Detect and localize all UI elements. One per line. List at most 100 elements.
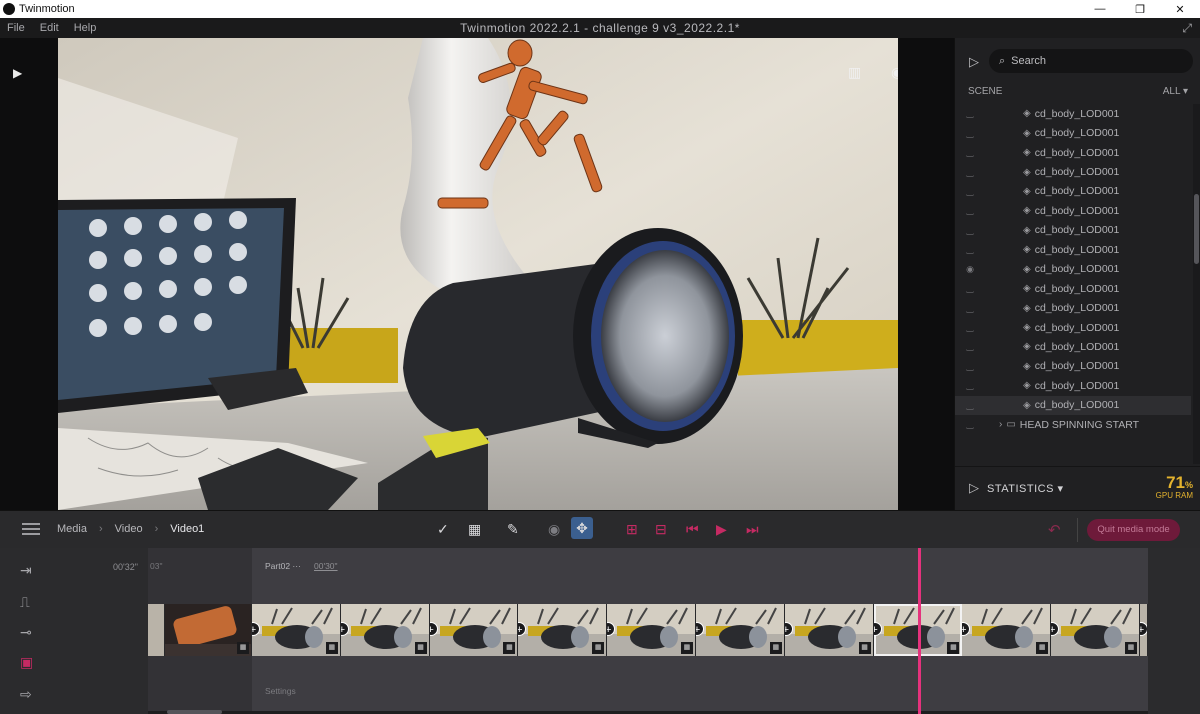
timeline-clip[interactable]: +▦ [165,604,252,656]
clip-fx-icon[interactable]: ▦ [1036,642,1049,654]
scene-item-row[interactable]: ‿ ◈ cd_body_LOD001 [955,337,1191,356]
scene-item-row[interactable]: ‿ ◈ cd_body_LOD001 [955,123,1191,142]
eye-closed-icon[interactable]: ‿ [955,419,985,430]
eye-closed-icon[interactable]: ‿ [955,341,985,352]
clip-fx-icon[interactable]: ▦ [325,642,338,654]
clip-fx-icon[interactable]: ▦ [680,642,693,654]
statistics-expand-icon[interactable]: ▷ [969,480,979,496]
insert-icon[interactable]: ⇥ [20,562,32,579]
scene-item-row[interactable]: ‿ ◈ cd_body_LOD001 [955,298,1191,317]
expand-panel-icon[interactable]: ▶ [13,66,22,80]
scene-item-row[interactable]: ‿ ◈ cd_body_LOD001 [955,201,1191,220]
scene-folder-row[interactable]: ‿ › ▭ HEAD SPINNING START [955,415,1191,434]
camera-bookmark-icon[interactable]: ▥ [848,64,861,81]
scene-item-row[interactable]: ‿ ◈ cd_body_LOD001 [955,357,1191,376]
timeline-clip[interactable]: +▦ [252,604,341,656]
check-render-icon[interactable]: ✓ [437,521,449,538]
scene-item-row[interactable]: ‿ ◈ cd_body_LOD001 [955,162,1191,181]
eye-closed-icon[interactable]: ‿ [955,225,985,236]
part02-label[interactable]: Part02 ··· [265,561,301,571]
clip-fx-icon[interactable]: ▦ [414,642,427,654]
clip-fx-icon[interactable]: ▦ [1124,642,1137,654]
grid-toggle-icon[interactable]: ▦ [468,521,481,538]
eye-closed-icon[interactable]: ‿ [955,108,985,119]
keyframe-curve-icon[interactable]: ⎍ [20,594,30,611]
scene-item-row[interactable]: ‿ ◈ cd_body_LOD001 [955,240,1191,259]
eye-closed-icon[interactable]: ‿ [955,147,985,158]
timeline-clip[interactable]: +▦ [340,604,430,656]
statistics-toggle[interactable]: STATISTICS ▾ [987,482,1064,495]
fit-keyframes-icon[interactable]: ⊟ [655,521,667,538]
timeline-clip[interactable]: +▦ [607,604,696,656]
timeline-clip[interactable]: +▦ [696,604,785,656]
clip-fx-icon[interactable]: ▦ [947,642,960,654]
eye-closed-icon[interactable]: ‿ [955,244,985,255]
timeline-scrollbar[interactable] [167,710,222,714]
timeline-clip[interactable]: + [1140,604,1148,656]
eye-closed-icon[interactable]: ‿ [955,361,985,372]
undo-icon[interactable]: ↶ [1048,521,1061,539]
part02-time[interactable]: 00'30" [314,561,338,571]
eye-closed-icon[interactable]: ‿ [955,303,985,314]
eye-icon[interactable]: ◉ [955,264,985,275]
scene-item-row[interactable]: ‿ ◈ cd_body_LOD001 [955,104,1191,123]
clip-fx-icon[interactable]: ▦ [858,642,871,654]
clip-fx-icon[interactable]: ▦ [592,642,605,654]
scene-item-row[interactable]: ◉ ◈ cd_body_LOD001 [955,260,1191,279]
export-icon[interactable]: ⇨ [20,686,32,703]
viewport[interactable]: ▥ ◉ [58,38,898,510]
quit-media-mode-button[interactable]: Quit media mode [1087,519,1180,541]
orbit-icon[interactable]: ◉ [548,521,560,538]
breadcrumb-video[interactable]: Video [115,523,143,535]
scene-item-row[interactable]: ‿ ◈ cd_body_LOD001 [955,221,1191,240]
eye-closed-icon[interactable]: ‿ [955,186,985,197]
minimize-button[interactable]: — [1080,3,1120,15]
timeline-clip[interactable]: +▦ [784,604,874,656]
collapse-panel-icon[interactable]: ▷ [969,54,979,70]
timeline-clip[interactable]: +▦ [962,604,1052,656]
timeline-clip[interactable] [148,604,165,656]
scene-scrollbar[interactable] [1193,104,1200,464]
breadcrumb-video1[interactable]: Video1 [170,523,204,535]
timeline-settings-label[interactable]: Settings [265,686,296,696]
timeline-clip[interactable]: +▦ [1051,604,1140,656]
menu-edit[interactable]: Edit [33,22,67,34]
play-icon[interactable]: ▶ [716,521,727,538]
pipette-icon[interactable]: ✎ [507,521,519,538]
search-input[interactable]: ⌕ Search [989,49,1193,73]
clip-fx-icon[interactable]: ▦ [769,642,782,654]
eye-closed-icon[interactable]: ‿ [955,283,985,294]
previous-keyframe-icon[interactable]: ⏮ [686,521,699,538]
eye-closed-icon[interactable]: ‿ [955,205,985,216]
video-icon[interactable]: ▣ [20,654,33,671]
clip-fx-icon[interactable]: ▦ [237,642,249,654]
scene-item-row[interactable]: ‿ ◈ cd_body_LOD001 [955,395,1191,415]
move-camera-icon[interactable]: ✥ [571,517,593,539]
hamburger-menu-icon[interactable] [22,523,40,535]
eye-closed-icon[interactable]: ‿ [955,380,985,391]
visibility-icon[interactable]: ◉ [891,64,898,81]
eye-closed-icon[interactable]: ‿ [955,167,985,178]
link-icon[interactable]: ⊸ [20,624,32,641]
eye-closed-icon[interactable]: ‿ [955,128,985,139]
scene-item-row[interactable]: ‿ ◈ cd_body_LOD001 [955,279,1191,298]
chevron-right-icon[interactable]: › [999,419,1002,430]
eye-closed-icon[interactable]: ‿ [955,322,985,333]
scene-item-row[interactable]: ‿ ◈ cd_body_LOD001 [955,143,1191,162]
scene-item-row[interactable]: ‿ ◈ cd_body_LOD001 [955,376,1191,395]
menu-file[interactable]: File [0,22,33,34]
restore-button[interactable]: ❐ [1120,3,1160,16]
close-button[interactable]: ✕ [1160,3,1200,16]
playhead[interactable] [918,548,921,714]
next-keyframe-icon[interactable]: ⏭ [746,521,759,538]
timeline-clip[interactable]: +▦ [518,604,608,656]
menu-help[interactable]: Help [67,22,105,34]
breadcrumb-media[interactable]: Media [57,523,87,535]
add-keyframe-icon[interactable]: ⊞ [626,521,638,538]
timeline-clip[interactable]: +▦ [429,604,519,656]
scene-item-row[interactable]: ‿ ◈ cd_body_LOD001 [955,318,1191,337]
clip-fx-icon[interactable]: ▦ [503,642,516,654]
fullscreen-icon[interactable]: ⤢ [1182,21,1192,36]
scene-filter-dropdown[interactable]: ALL ▾ [1163,86,1188,97]
eye-closed-icon[interactable]: ‿ [955,400,985,411]
